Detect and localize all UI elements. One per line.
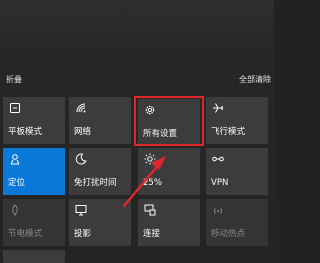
- tile-label: 平板模式: [8, 127, 43, 137]
- project-icon: [75, 204, 87, 216]
- quick-action-location[interactable]: 定位: [3, 148, 65, 195]
- tile-label: 定位: [8, 178, 26, 188]
- quick-action-project[interactable]: 投影: [69, 199, 131, 246]
- quick-action-brightness[interactable]: 25%: [138, 148, 200, 195]
- network-icon: [75, 102, 87, 114]
- battery-saver-icon: [9, 204, 21, 216]
- brightness-icon: [144, 153, 156, 165]
- airplane-icon: [212, 102, 224, 114]
- quick-action-quiet-hours[interactable]: 免打扰时间: [69, 148, 131, 195]
- tile-label: 节电模式: [8, 229, 43, 239]
- tile-label: 网络: [74, 127, 92, 137]
- tile-label: 移动热点: [211, 229, 246, 239]
- clear-all-link[interactable]: 全部清除: [239, 74, 271, 85]
- quick-action-airplane-mode[interactable]: 飞行模式: [206, 97, 268, 144]
- quick-action-tablet-mode[interactable]: 平板模式: [3, 97, 65, 144]
- quick-action-network[interactable]: 网络: [69, 97, 131, 144]
- quick-action-connect[interactable]: 连接: [138, 199, 200, 246]
- tile-label: VPN: [211, 178, 229, 188]
- collapse-link[interactable]: 折叠: [6, 74, 22, 85]
- action-center-panel: 折叠 全部清除 平板模式 网络 所有设置 飞行模式 定位 免打扰时间 25% V…: [0, 0, 274, 263]
- moon-icon: [75, 153, 87, 165]
- tile-label: 飞行模式: [211, 127, 246, 137]
- notification-area: 折叠 全部清除: [0, 0, 274, 95]
- tile-label: 25%: [143, 178, 162, 188]
- vpn-icon: [212, 153, 224, 165]
- quick-action-vpn[interactable]: VPN: [206, 148, 268, 195]
- connect-icon: [144, 204, 156, 216]
- tile-label: 免打扰时间: [74, 178, 117, 188]
- quick-action-mobile-hotspot[interactable]: 移动热点: [206, 199, 268, 246]
- quick-action-battery-saver[interactable]: 节电模式: [3, 199, 65, 246]
- location-icon: [9, 153, 21, 165]
- quick-action-partial[interactable]: [3, 250, 65, 263]
- tile-label: 连接: [143, 229, 161, 239]
- tile-label: 投影: [74, 229, 92, 239]
- annotation-highlight-box: [134, 96, 204, 146]
- hotspot-icon: [212, 204, 224, 216]
- tablet-mode-icon: [9, 102, 21, 114]
